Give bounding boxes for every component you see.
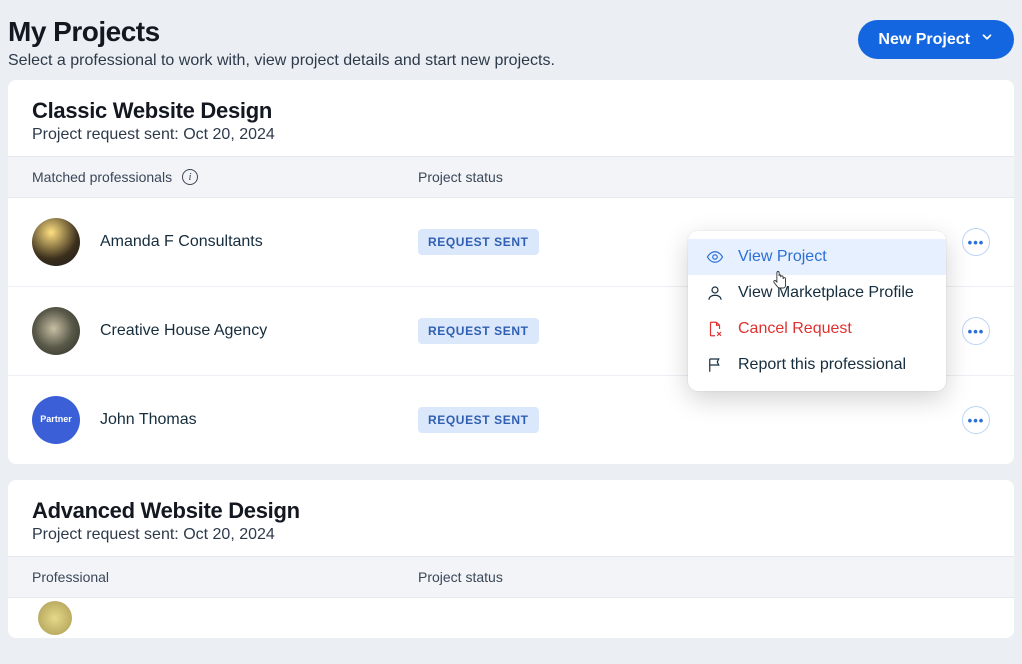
project-sent-line: Project request sent: Oct 20, 2024 — [32, 126, 990, 144]
menu-view-project[interactable]: View Project — [688, 239, 946, 275]
partner-badge-text: Partner — [40, 415, 72, 425]
project-sent-line: Project request sent: Oct 20, 2024 — [32, 526, 990, 544]
table-row — [8, 598, 1014, 638]
menu-item-label: Cancel Request — [738, 320, 852, 338]
person-icon — [706, 284, 724, 302]
more-actions-button[interactable]: ••• — [962, 228, 990, 256]
menu-cancel-request[interactable]: Cancel Request — [688, 311, 946, 347]
new-project-button[interactable]: New Project — [858, 20, 1014, 59]
row-actions-menu: View Project View Marketplace Profile Ca… — [688, 231, 946, 391]
eye-icon — [706, 248, 724, 266]
info-icon[interactable]: i — [182, 169, 198, 185]
professional-name: Creative House Agency — [100, 322, 267, 340]
col-status-label: Project status — [418, 169, 503, 185]
more-actions-button[interactable]: ••• — [962, 317, 990, 345]
ellipsis-icon: ••• — [968, 235, 985, 250]
project-title: Classic Website Design — [32, 98, 990, 124]
new-project-label: New Project — [878, 31, 970, 49]
status-badge: REQUEST SENT — [418, 229, 539, 255]
avatar — [32, 307, 80, 355]
menu-report[interactable]: Report this professional — [688, 347, 946, 383]
avatar — [32, 218, 80, 266]
menu-view-profile[interactable]: View Marketplace Profile — [688, 275, 946, 311]
avatar — [38, 601, 72, 635]
col-professionals-label: Professional — [32, 569, 109, 585]
page-title: My Projects — [8, 16, 555, 48]
project-card: Advanced Website Design Project request … — [8, 480, 1014, 638]
chevron-down-icon — [980, 30, 994, 49]
menu-item-label: Report this professional — [738, 356, 906, 374]
cancel-document-icon — [706, 320, 724, 338]
page-subtitle: Select a professional to work with, view… — [8, 52, 555, 70]
project-title: Advanced Website Design — [32, 498, 990, 524]
flag-icon — [706, 356, 724, 374]
col-professionals-label: Matched professionals — [32, 169, 172, 185]
menu-item-label: View Marketplace Profile — [738, 284, 914, 302]
professional-name: Amanda F Consultants — [100, 233, 263, 251]
status-badge: REQUEST SENT — [418, 407, 539, 433]
professional-name: John Thomas — [100, 411, 197, 429]
table-header: Matched professionals i Project status — [8, 156, 1014, 198]
ellipsis-icon: ••• — [968, 324, 985, 339]
status-badge: REQUEST SENT — [418, 318, 539, 344]
more-actions-button[interactable]: ••• — [962, 406, 990, 434]
col-status-label: Project status — [418, 569, 503, 585]
avatar: Partner — [32, 396, 80, 444]
menu-item-label: View Project — [738, 248, 827, 266]
table-header: Professional Project status — [8, 556, 1014, 598]
ellipsis-icon: ••• — [968, 413, 985, 428]
